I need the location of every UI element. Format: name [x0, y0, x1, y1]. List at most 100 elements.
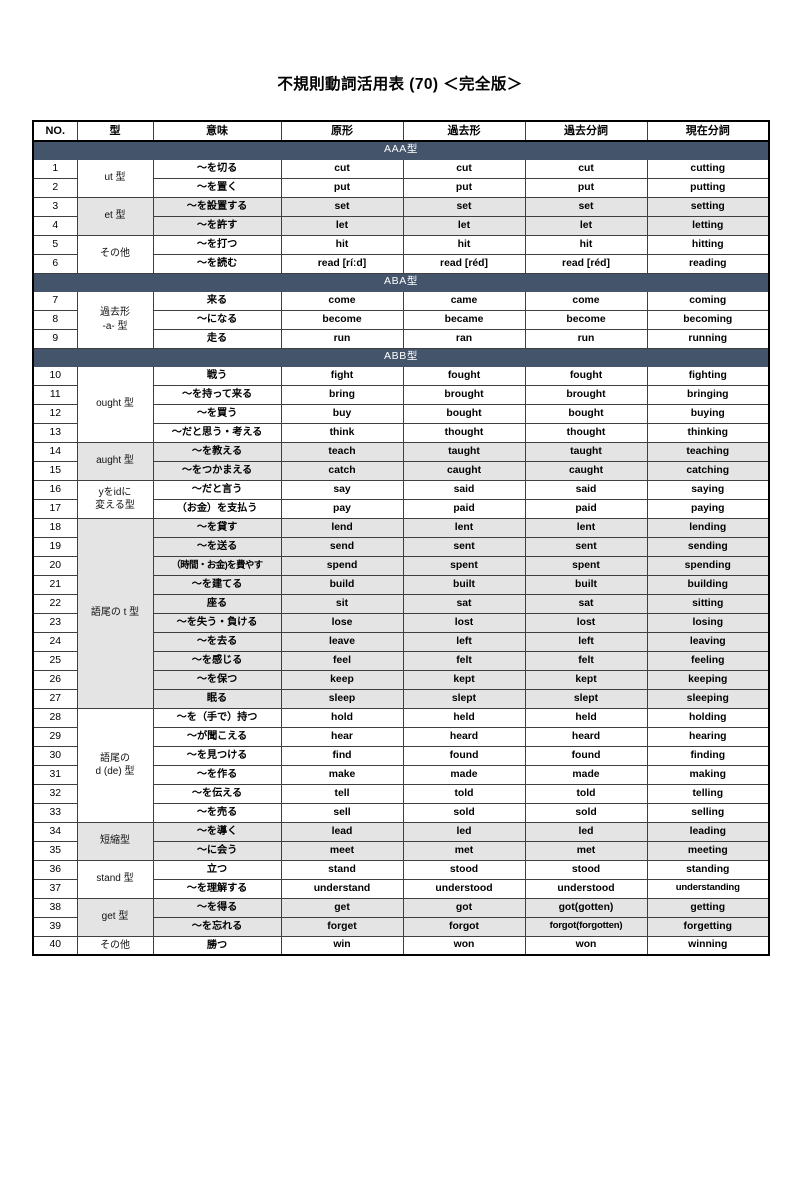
cell-meaning: ～だと言う — [152, 479, 282, 500]
cell-past: told — [402, 783, 526, 804]
cell-past: let — [402, 215, 526, 236]
cell-past-participle: heard — [524, 726, 648, 747]
cell-past-participle: caught — [524, 460, 648, 481]
cell-base: think — [280, 422, 404, 443]
cell-no: 23 — [32, 612, 78, 633]
cell-past: sold — [402, 802, 526, 823]
cell-past-participle: read [réd] — [524, 253, 648, 274]
cell-past: fought — [402, 365, 526, 386]
cell-past-participle: taught — [524, 441, 648, 462]
cell-past: forgot — [402, 916, 526, 937]
cell-base: put — [280, 177, 404, 198]
cell-type: yをidに 変える型 — [76, 479, 154, 519]
cell-no: 32 — [32, 783, 78, 804]
cell-no: 7 — [32, 290, 78, 311]
cell-present-participle: lending — [646, 517, 770, 538]
cell-past-participle: set — [524, 196, 648, 217]
cell-base: send — [280, 536, 404, 557]
cell-no: 27 — [32, 688, 78, 709]
cell-present-participle: hitting — [646, 234, 770, 255]
table-header: NO. 型 意味 原形 過去形 過去分詞 現在分詞 — [32, 120, 770, 142]
cell-no: 24 — [32, 631, 78, 652]
cell-base: sleep — [280, 688, 404, 709]
cell-past-participle: paid — [524, 498, 648, 519]
cell-base: build — [280, 574, 404, 595]
cell-present-participle: sitting — [646, 593, 770, 614]
cell-present-participle: paying — [646, 498, 770, 519]
cell-meaning: ～を作る — [152, 764, 282, 785]
table-row: 28 語尾の d (de) 型～を（手で）持つ hold held held holding — [32, 707, 770, 823]
cell-base: sit — [280, 593, 404, 614]
cell-no: 25 — [32, 650, 78, 671]
cell-no: 8 — [32, 309, 78, 330]
section-banner-label: AAA型 — [33, 140, 769, 160]
cell-past: made — [402, 764, 526, 785]
cell-past-participle: sat — [524, 593, 648, 614]
cell-no: 34 — [32, 821, 78, 842]
cell-base: tell — [280, 783, 404, 804]
cell-past-participle: run — [524, 328, 648, 349]
table-row: 14 aught 型～を教える teach taught taught teaching — [32, 441, 770, 481]
cell-past-participle: held — [524, 707, 648, 728]
cell-present-participle: building — [646, 574, 770, 595]
cell-base: set — [280, 196, 404, 217]
cell-past-participle: made — [524, 764, 648, 785]
cell-base: teach — [280, 441, 404, 462]
cell-past-participle: won — [524, 935, 648, 956]
table-row: 7 過去形 -a- 型来る come came come coming — [32, 290, 770, 349]
cell-past-participle: lent — [524, 517, 648, 538]
document-page: 不規則動詞活用表 (70) ＜完全版＞ NO. 型 意味 原形 過去形 過去分詞… — [0, 72, 800, 1204]
cell-past-participle: bought — [524, 403, 648, 424]
cell-past: left — [402, 631, 526, 652]
cell-present-participle: finding — [646, 745, 770, 766]
cell-no: 3 — [32, 196, 78, 217]
cell-no: 26 — [32, 669, 78, 690]
cell-past: became — [402, 309, 526, 330]
column-header-base: 原形 — [280, 120, 404, 142]
cell-past-participle: become — [524, 309, 648, 330]
cell-no: 6 — [32, 253, 78, 274]
cell-base: catch — [280, 460, 404, 481]
cell-base: lend — [280, 517, 404, 538]
cell-present-participle: coming — [646, 290, 770, 311]
cell-meaning: ～を去る — [152, 631, 282, 652]
cell-past: bought — [402, 403, 526, 424]
table-row: 1 ut 型～を切る cut cut cut cutting — [32, 158, 770, 198]
cell-meaning: 眠る — [152, 688, 282, 709]
cell-base: get — [280, 897, 404, 918]
cell-base: win — [280, 935, 404, 956]
cell-past: stood — [402, 859, 526, 880]
cell-no: 13 — [32, 422, 78, 443]
cell-past-participle: sent — [524, 536, 648, 557]
cell-past: read [réd] — [402, 253, 526, 274]
section-banner-row: ABB型 — [33, 347, 769, 367]
cell-meaning: ～を理解する — [152, 878, 282, 899]
cell-past-participle: slept — [524, 688, 648, 709]
cell-base: stand — [280, 859, 404, 880]
header-row: NO. 型 意味 原形 過去形 過去分詞 現在分詞 — [32, 120, 770, 142]
cell-meaning: 立つ — [152, 859, 282, 880]
cell-no: 40 — [32, 935, 78, 956]
cell-present-participle: leading — [646, 821, 770, 842]
cell-present-participle: making — [646, 764, 770, 785]
cell-base: understand — [280, 878, 404, 899]
cell-type: ought 型 — [76, 365, 154, 443]
cell-meaning: ～を設置する — [152, 196, 282, 217]
cell-meaning: ～を買う — [152, 403, 282, 424]
table-row: 34 短縮型 ～を導く lead led led leading — [32, 821, 770, 861]
cell-meaning: 座る — [152, 593, 282, 614]
column-header-type: 型 — [76, 120, 154, 142]
cell-base: hit — [280, 234, 404, 255]
cell-past-participle: led — [524, 821, 648, 842]
column-header-past: 過去形 — [402, 120, 526, 142]
cell-past: lent — [402, 517, 526, 538]
cell-past: sat — [402, 593, 526, 614]
cell-present-participle: holding — [646, 707, 770, 728]
cell-base: pay — [280, 498, 404, 519]
table-row: 10 ought 型戦う fight fought fought fighting — [32, 365, 770, 443]
cell-meaning: 来る — [152, 290, 282, 311]
cell-past: cut — [402, 158, 526, 179]
cell-present-participle: feeling — [646, 650, 770, 671]
cell-present-participle: putting — [646, 177, 770, 198]
cell-meaning: 勝つ — [152, 935, 282, 956]
